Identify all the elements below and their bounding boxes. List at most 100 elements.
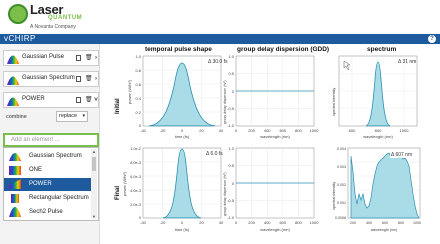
xtick: 800 (295, 220, 302, 225)
plot-final-gdd[interactable]: 1.0 0.5 0 -0.5 -1.0 0 200 400 600 800 10… (223, 146, 319, 232)
ytick: 0.003 (337, 165, 346, 169)
ytick: 0.002 (337, 183, 346, 187)
xtick: 40 (219, 128, 224, 133)
dropdown-item-label: ONE (29, 167, 43, 173)
xtick: 1000 (413, 221, 421, 225)
ylabel: spectral intensity (332, 88, 336, 116)
ytick: 1.0e-2 (130, 147, 141, 151)
xtick: -20 (160, 128, 167, 133)
combine-select[interactable]: replace ▾ (56, 111, 88, 122)
dropdown-item[interactable]: Rectangular Spectrum (4, 192, 92, 205)
xtick: 600 (349, 128, 356, 133)
plot-initial-temporal[interactable]: Δ 30.0 fs 1.0 0.8 0.6 0.4 0.2 0 -40 -20 … (127, 54, 228, 139)
ylabel: spectral intensity (332, 182, 336, 210)
pulse-item-gaussian-pulse[interactable]: Gaussian Pulse 🗑 › (3, 50, 99, 66)
ytick: -0.5 (227, 106, 235, 111)
annotation-final-spectrum: Δ 607 nm (391, 152, 412, 158)
xtick: 600 (382, 221, 388, 225)
scroll-up-icon[interactable]: ▲ (91, 149, 97, 154)
ytick: -1.0 (227, 215, 235, 220)
ytick: -1.0 (227, 123, 235, 128)
xtick: 40 (219, 220, 224, 225)
xtick: 0 (181, 220, 184, 225)
chevron-down-icon[interactable]: ˅ (93, 96, 99, 104)
xtick: 800 (295, 128, 302, 133)
ytick: 8.0e-3 (130, 161, 141, 165)
brand-sub: QUANTUM (48, 15, 83, 21)
xlabel: wavelength (nm) (260, 227, 290, 232)
xtick: 400 (264, 128, 271, 133)
xtick: 0 (235, 220, 238, 225)
add-element-input[interactable]: Add an element ... (3, 133, 99, 147)
plots-svg: Δ 30.0 fs 1.0 0.8 0.6 0.4 0.2 0 -40 -20 … (122, 54, 421, 232)
trash-icon[interactable]: 🗑 (85, 75, 93, 83)
plot-final-spectrum[interactable]: Δ 607 nm 0.004 0.003 0.002 0.001 0.0006 … (332, 147, 421, 232)
xtick: 0 (235, 128, 238, 133)
element-dropdown[interactable]: Gaussian Spectrum ONE POWER Rectangular … (3, 147, 99, 221)
caret-down-icon: ▾ (82, 113, 85, 119)
ytick: 6.0e-3 (130, 175, 141, 179)
xtick: 0 (181, 128, 184, 133)
ytick: 0.4 (135, 96, 141, 101)
ytick: 0.2 (135, 110, 141, 115)
pulse-item-gaussian-spectrum[interactable]: Gaussian Spectrum 🗑 › (3, 71, 99, 87)
pulse-thumbnail-icon (9, 153, 21, 161)
pulse-item-power[interactable]: POWER 🗑 ˅ (3, 92, 99, 108)
ytick: 0 (232, 89, 235, 94)
ytick: 0.8 (135, 68, 141, 73)
dropdown-item[interactable]: ONE (4, 164, 92, 177)
dropdown-item-label: Sech2 Pulse (29, 209, 63, 215)
xtick: 200 (248, 128, 255, 133)
xlabel: time (fs) (175, 134, 190, 139)
chevron-right-icon[interactable]: › (93, 54, 99, 62)
xlabel: wavelength (nm) (363, 134, 393, 139)
ytick: 0.004 (337, 147, 346, 151)
xtick: 600 (279, 128, 286, 133)
xtick: 1000 (310, 220, 320, 225)
dropdown-item[interactable]: Gaussian Spectrum (4, 150, 92, 163)
app-title: vCHIRP (4, 34, 36, 43)
copy-icon[interactable] (76, 55, 81, 61)
pulse-item-label: Gaussian Spectrum (22, 75, 75, 81)
xtick: 20 (199, 128, 204, 133)
help-icon[interactable]: ? (428, 35, 436, 43)
dropdown-item-selected[interactable]: POWER (4, 178, 92, 191)
combine-label: combine (6, 114, 27, 120)
pulse-item-label: Gaussian Pulse (22, 54, 65, 60)
pulse-item-label: POWER (22, 96, 45, 102)
dropdown-scrollbar[interactable]: ▲ ▼ (91, 149, 97, 219)
copy-icon[interactable] (76, 97, 81, 103)
chevron-right-icon[interactable]: › (93, 75, 99, 83)
dropdown-item-label: Rectangular Spectrum (29, 195, 89, 201)
plot-initial-spectrum[interactable]: Δ 31 nm 600 800 1000 wavelength (nm) spe… (332, 55, 418, 139)
dropdown-item[interactable]: Sech2 Pulse (4, 206, 92, 219)
plot-final-temporal[interactable]: Δ 6.0 fs 1.0e-2 8.0e-3 6.0e-3 4.0e-3 2.0… (122, 147, 224, 232)
ytick: -0.5 (227, 198, 235, 203)
xtick: 1000 (400, 128, 410, 133)
ylabel: group delay dispersion (fs²) (223, 172, 227, 216)
trash-icon[interactable]: 🗑 (85, 54, 93, 62)
ytick: 0.001 (337, 201, 346, 205)
pulse-thumbnail-icon (9, 179, 21, 189)
ytick: 2.0e-3 (130, 203, 141, 207)
scrollbar-thumb[interactable] (92, 157, 96, 171)
xtick: -40 (140, 128, 147, 133)
header: Laser QUANTUM A Novanta Company (0, 0, 440, 34)
copy-icon[interactable] (76, 76, 81, 82)
xtick: 1000 (310, 128, 320, 133)
ytick: 1.0 (228, 146, 234, 151)
trash-icon[interactable]: 🗑 (85, 96, 93, 104)
ytick: 0.6 (135, 82, 141, 87)
pulse-thumbnail-icon (7, 76, 19, 85)
xtick: -40 (140, 220, 147, 225)
pulse-thumbnail-icon (9, 166, 21, 175)
plot-area: temporal pulse shape group delay dispers… (101, 44, 440, 244)
ytick: 0.5 (228, 163, 234, 168)
annotation-final-temporal: Δ 6.0 fs (206, 151, 223, 157)
xlabel: time (fs) (175, 227, 190, 232)
plot-initial-gdd[interactable]: 1.0 0.5 0 -0.5 -1.0 0 200 400 600 800 10… (223, 54, 319, 139)
ytick: 1.0 (228, 54, 234, 59)
xtick: 20 (199, 220, 204, 225)
scroll-down-icon[interactable]: ▼ (91, 214, 97, 219)
ylabel: power (W/fs²) (127, 79, 132, 104)
